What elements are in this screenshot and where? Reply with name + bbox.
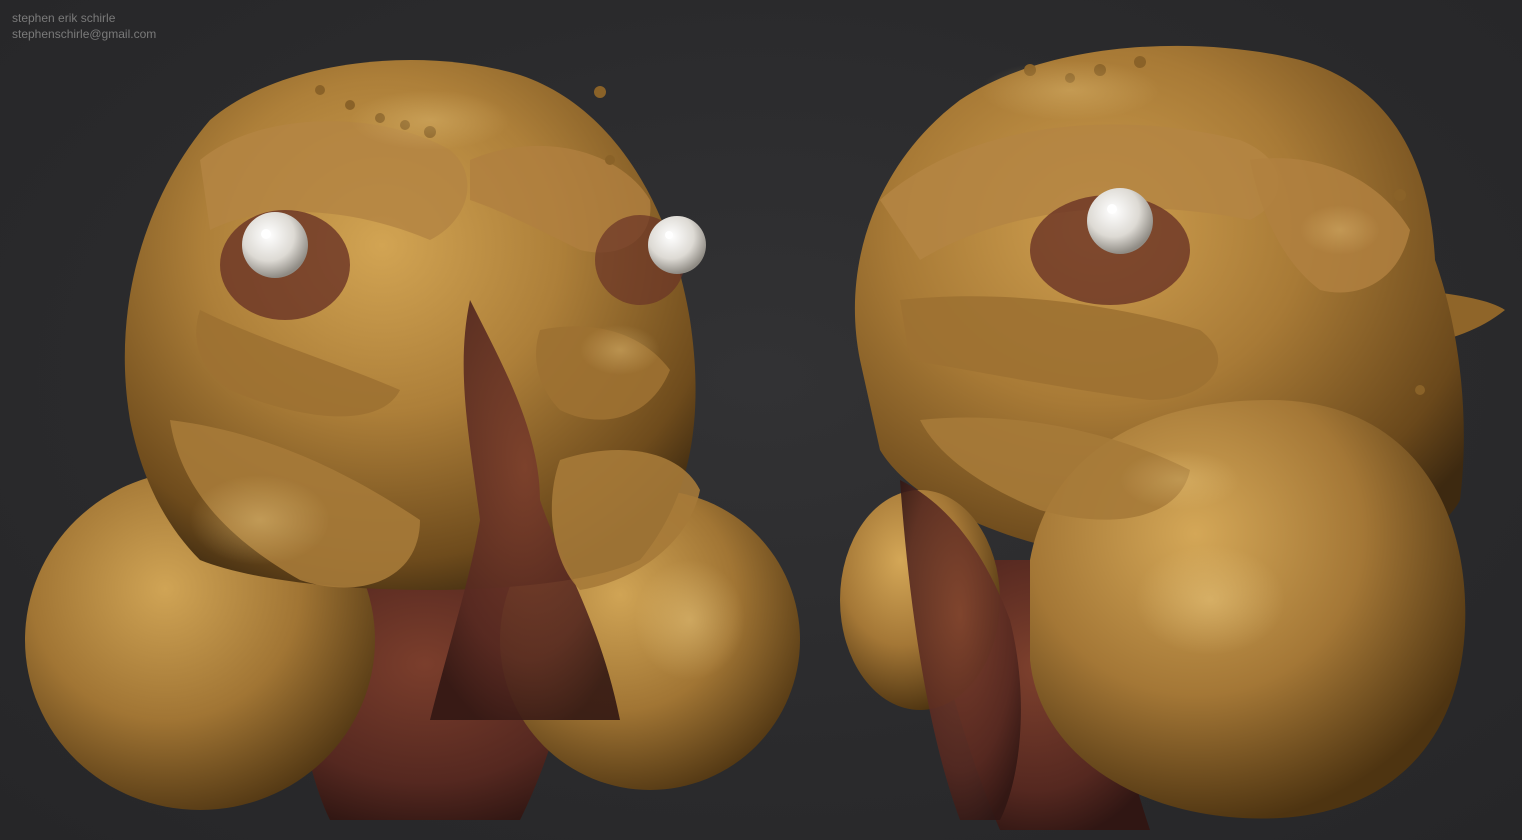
creature-head-side-view	[820, 0, 1522, 840]
render-canvas: stephen erik schirle stephenschirle@gmai…	[0, 0, 1522, 840]
side-eye	[1087, 188, 1153, 254]
left-eye	[242, 212, 308, 278]
creature-head-front-view	[0, 0, 800, 840]
right-eye	[648, 216, 706, 274]
